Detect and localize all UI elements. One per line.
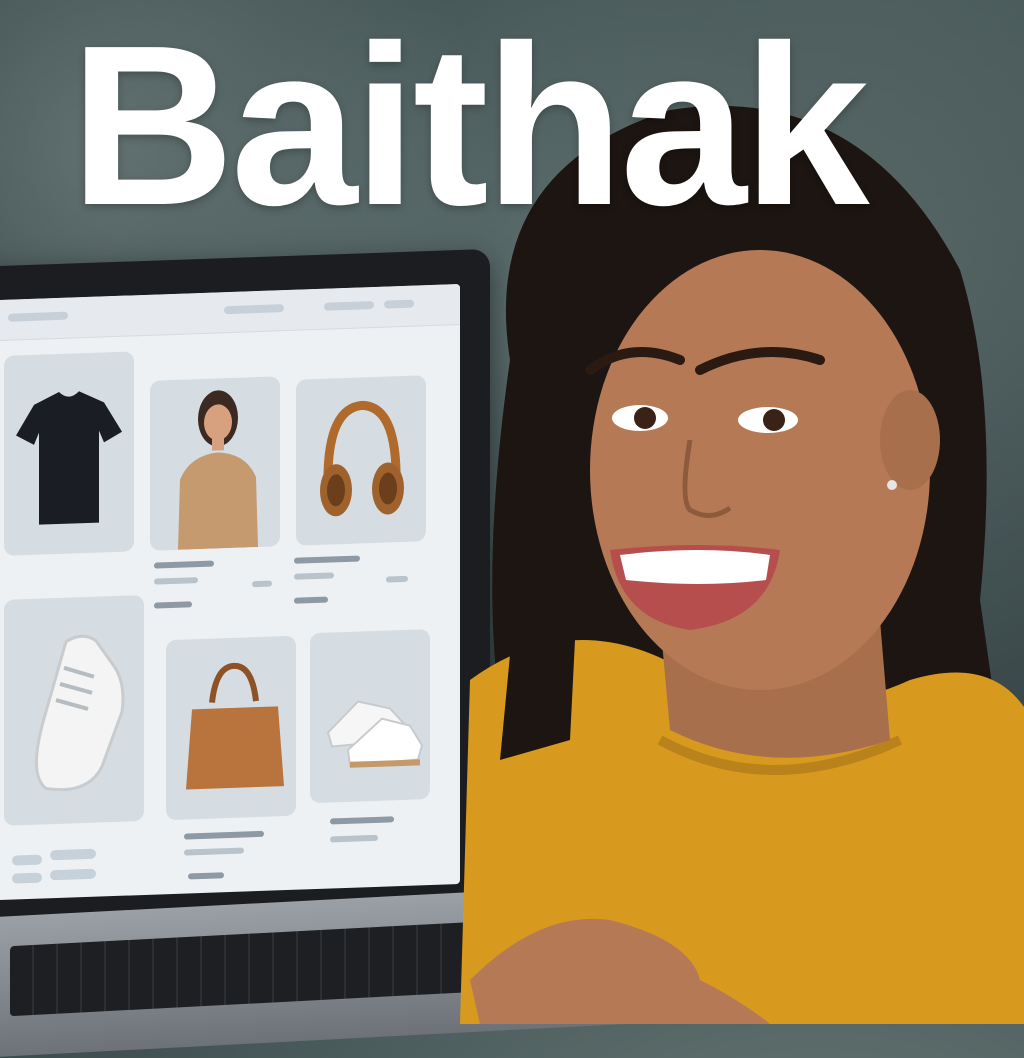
sweater-model-icon xyxy=(178,390,258,550)
sneaker-icon xyxy=(34,634,125,792)
t-shirt-icon xyxy=(16,391,122,525)
product-meta-placeholder xyxy=(184,847,244,856)
product-title-placeholder xyxy=(154,560,214,569)
shop-topbar xyxy=(0,283,460,342)
product-card-shoes[interactable] xyxy=(310,629,430,804)
filter-chip[interactable] xyxy=(12,854,42,866)
product-price-placeholder xyxy=(188,872,224,880)
product-title-placeholder xyxy=(330,816,394,825)
face xyxy=(590,250,930,690)
product-card-sweater[interactable] xyxy=(150,376,280,551)
headphones-icon xyxy=(320,400,404,517)
pupil-right xyxy=(763,409,785,431)
laptop-screen xyxy=(0,283,460,901)
product-title-placeholder xyxy=(184,830,264,840)
keyboard-keys xyxy=(10,922,470,1017)
teeth xyxy=(620,550,770,584)
product-meta-placeholder xyxy=(154,577,198,585)
nav-placeholder xyxy=(324,300,374,311)
nav-placeholder xyxy=(224,304,284,315)
nav-placeholder xyxy=(384,299,414,309)
pupil-left xyxy=(634,407,656,429)
product-meta-placeholder xyxy=(386,575,408,583)
shoes-icon xyxy=(326,700,424,768)
filter-chip[interactable] xyxy=(12,872,42,884)
product-card-sneaker[interactable] xyxy=(4,595,144,826)
product-price-placeholder xyxy=(294,596,328,604)
laptop xyxy=(0,248,490,958)
product-card-headphones[interactable] xyxy=(296,375,426,546)
handbag-icon xyxy=(186,662,284,790)
product-card-tshirt[interactable] xyxy=(4,351,134,556)
filter-chip[interactable] xyxy=(50,848,96,861)
nav-placeholder xyxy=(8,311,68,322)
brand-title: Baithak xyxy=(70,0,870,253)
product-meta-placeholder xyxy=(294,572,334,580)
product-price-placeholder xyxy=(154,601,192,609)
product-meta-placeholder xyxy=(330,834,378,843)
product-meta-placeholder xyxy=(252,580,272,588)
earring-icon xyxy=(887,480,897,490)
product-card-handbag[interactable] xyxy=(166,635,296,821)
filter-chip[interactable] xyxy=(50,868,96,881)
ear xyxy=(880,390,940,490)
product-title-placeholder xyxy=(294,555,360,564)
